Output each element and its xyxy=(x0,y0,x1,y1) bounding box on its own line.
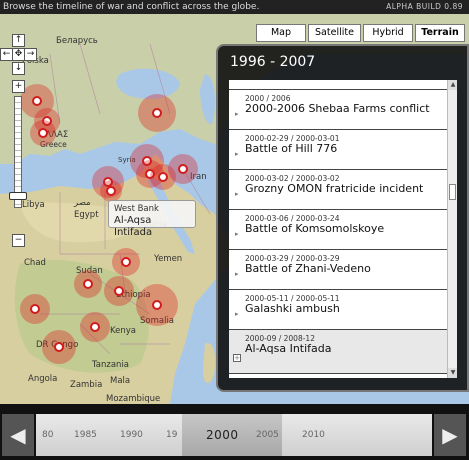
timeline-tick: 19 xyxy=(166,430,178,440)
label-egypt: Egypt xyxy=(74,210,99,220)
conflict-marker[interactable] xyxy=(42,330,76,364)
event-item[interactable]: ▸ 2000-03-29 / 2000-03-29 Battle of Zhan… xyxy=(229,250,457,290)
timeline-tick: 2010 xyxy=(302,430,325,440)
scroll-thumb[interactable] xyxy=(449,184,456,200)
top-bar: Browse the timeline of war and conflict … xyxy=(0,0,469,14)
zoom-slider-thumb[interactable] xyxy=(9,192,27,200)
label-angola: Angola xyxy=(28,374,58,384)
pan-right-button[interactable]: → xyxy=(24,48,37,61)
label-yemen: Yemen xyxy=(154,254,183,264)
map-type-satellite[interactable]: Satellite xyxy=(308,24,361,42)
timeline-current-year: 2000 xyxy=(206,428,239,442)
expand-arrow-icon: ▸ xyxy=(235,270,239,278)
zoom-out-button[interactable]: − xyxy=(12,234,25,247)
event-name: 2000-2006 Shebaa Farms conflict xyxy=(245,102,430,115)
conflict-marker[interactable] xyxy=(104,276,134,306)
conflict-marker[interactable] xyxy=(138,94,176,132)
label-mozambique: Mozambique xyxy=(106,394,161,404)
timeline-bar: ◀ 80 1985 1990 19 2000 2005 2010 ▶ xyxy=(0,404,469,460)
expand-arrow-icon: ▸ xyxy=(235,150,239,158)
event-item[interactable]: ▸ 2000-05-11 / 2000-05-11 Galashki ambus… xyxy=(229,290,457,330)
map-type-hybrid[interactable]: Hybrid xyxy=(363,24,413,42)
panel-title: 1996 - 2007 xyxy=(230,54,316,70)
event-name: Battle of Komsomolskoye xyxy=(245,222,385,235)
events-panel: 1996 - 2007 ▸ 2000 / 2006 2000-2006 Sheb… xyxy=(216,44,469,392)
conflict-marker[interactable] xyxy=(168,154,198,184)
event-item[interactable]: ▸ 2000-03-02 / 2000-03-02 Grozny OMON fr… xyxy=(229,170,457,210)
conflict-marker[interactable] xyxy=(136,284,178,326)
conflict-marker[interactable] xyxy=(100,180,122,202)
conflict-marker[interactable] xyxy=(20,294,50,324)
events-scrollbar[interactable]: ▲ ▼ xyxy=(447,80,457,378)
timeline-tick: 80 xyxy=(42,430,54,440)
zoom-in-button[interactable]: + xyxy=(12,80,25,93)
pan-down-button[interactable]: ↓ xyxy=(12,62,25,75)
event-name: Grozny OMON fratricide incident xyxy=(245,182,424,195)
pan-up-button[interactable]: ↑ xyxy=(12,34,25,47)
event-item[interactable]: ▸ 2000-03-06 / 2000-03-24 Battle of Koms… xyxy=(229,210,457,250)
list-top-strip xyxy=(229,80,457,90)
timeline-tick: 1985 xyxy=(74,430,97,440)
label-malawi: Mala xyxy=(110,376,131,386)
expand-arrow-icon: ▸ xyxy=(235,110,239,118)
event-name: Battle of Hill 776 xyxy=(245,142,338,155)
label-zambia: Zambia xyxy=(70,380,103,390)
scroll-up-icon[interactable]: ▲ xyxy=(448,80,457,90)
label-tanzania: Tanzania xyxy=(92,360,130,370)
event-item[interactable]: ▸ 2000 / 2006 2000-2006 Shebaa Farms con… xyxy=(229,90,457,130)
label-belarus: Беларусь xyxy=(56,36,98,46)
scroll-down-icon[interactable]: ▼ xyxy=(448,368,457,378)
tooltip-region: West Bank xyxy=(114,204,159,214)
label-egypt-ar: مصر xyxy=(74,198,91,208)
conflict-marker[interactable] xyxy=(112,248,140,276)
app-root: Browse the timeline of war and conflict … xyxy=(0,0,469,460)
conflict-marker[interactable] xyxy=(74,270,102,298)
expand-plus-icon[interactable]: + xyxy=(233,354,241,362)
expand-arrow-icon: ▸ xyxy=(235,310,239,318)
label-kenya: Kenya xyxy=(110,326,137,336)
event-item[interactable]: ▸ 2000-02-29 / 2000-03-01 Battle of Hill… xyxy=(229,130,457,170)
event-name: Battle of Zhani-Vedeno xyxy=(245,262,371,275)
label-chad: Chad xyxy=(24,258,46,268)
build-label: ALPHA BUILD 0.89 xyxy=(386,2,463,11)
timeline-tick: 1990 xyxy=(120,430,143,440)
map-type-selector: Map Satellite Hybrid Terrain xyxy=(256,24,467,42)
timeline-track[interactable]: 80 1985 1990 19 2000 2005 2010 xyxy=(36,414,432,456)
tooltip-event: Al-Aqsa Intifada xyxy=(114,215,153,238)
map-type-terrain[interactable]: Terrain xyxy=(415,24,465,42)
tagline: Browse the timeline of war and conflict … xyxy=(3,2,260,12)
expand-arrow-icon: ▸ xyxy=(235,230,239,238)
timeline-prev-button[interactable]: ◀ xyxy=(2,414,34,456)
conflict-marker[interactable] xyxy=(80,312,110,342)
expand-arrow-icon: ▸ xyxy=(235,190,239,198)
map-type-map[interactable]: Map xyxy=(256,24,306,42)
timeline-next-button[interactable]: ▶ xyxy=(434,414,466,456)
event-name: Galashki ambush xyxy=(245,302,340,315)
map-nav-control: ↑ ← ✥ → ↓ + − xyxy=(0,34,37,254)
event-name: Al-Aqsa Intifada xyxy=(245,342,332,355)
event-item-selected[interactable]: + 2000-09 / 2008-12 Al-Aqsa Intifada xyxy=(229,330,457,374)
map-tooltip: West Bank Al-Aqsa Intifada xyxy=(108,200,196,238)
events-list: ▸ 2000 / 2006 2000-2006 Shebaa Farms con… xyxy=(229,80,457,378)
timeline-tick: 2005 xyxy=(256,430,279,440)
